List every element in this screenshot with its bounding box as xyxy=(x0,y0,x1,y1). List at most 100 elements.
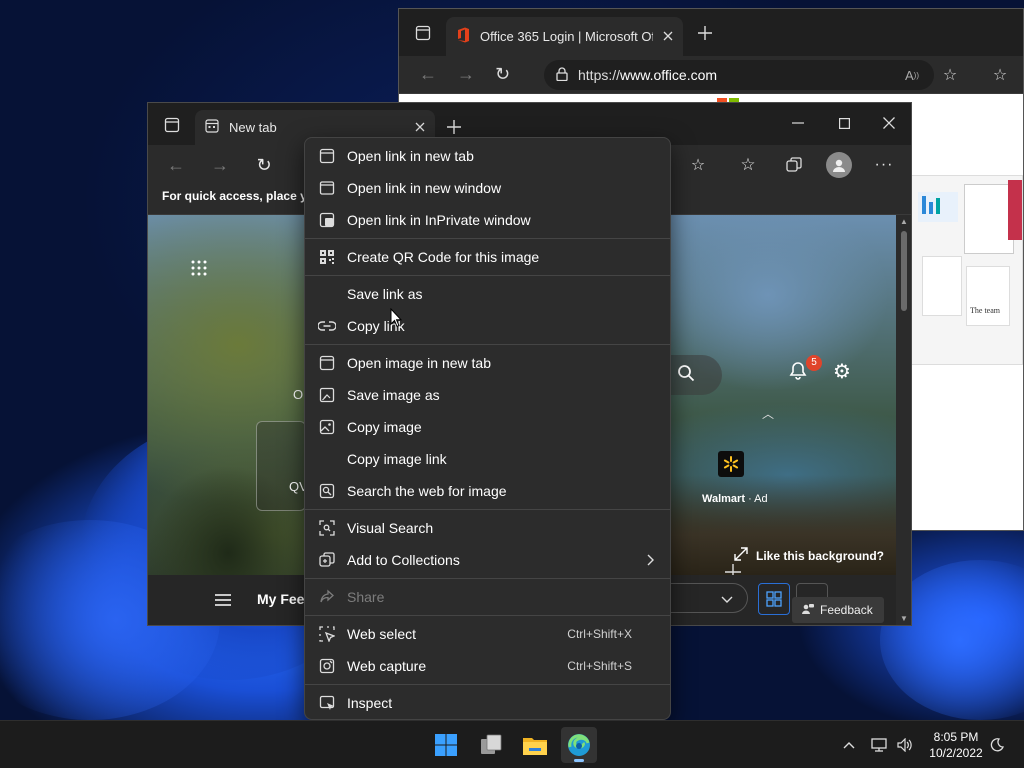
close-window-icon[interactable] xyxy=(879,113,899,133)
menu-item-inspect[interactable]: Inspect xyxy=(305,687,670,719)
thumbnail-caption: The team xyxy=(970,306,1000,315)
image-icon xyxy=(318,418,336,436)
volume-icon[interactable] xyxy=(892,727,918,763)
link-icon xyxy=(318,317,336,335)
network-icon[interactable] xyxy=(866,727,892,763)
minimize-icon[interactable] xyxy=(788,113,808,133)
menu-item-copy-image[interactable]: Copy image xyxy=(305,411,670,443)
refresh-icon[interactable]: ↻ xyxy=(495,64,510,85)
add-favorite-icon[interactable]: ☆ xyxy=(939,65,961,85)
menu-item-label: Add to Collections xyxy=(347,552,460,568)
like-background-link[interactable]: Like this background? xyxy=(734,547,884,564)
partial-tile[interactable] xyxy=(256,421,306,511)
menu-separator xyxy=(305,509,670,510)
close-tab-icon[interactable] xyxy=(415,120,425,135)
scrollbar-thumb[interactable] xyxy=(901,231,907,311)
settings-gear-icon[interactable]: ⚙ xyxy=(830,359,854,383)
menu-item-open-link-in-new-window[interactable]: Open link in new window xyxy=(305,172,670,204)
maximize-icon[interactable] xyxy=(834,113,854,133)
menu-item-search-the-web-for-image[interactable]: Search the web for image xyxy=(305,475,670,507)
walmart-logo-icon xyxy=(718,451,744,477)
file-explorer-icon[interactable] xyxy=(517,727,553,763)
back-arrow-icon[interactable]: ← xyxy=(419,64,437,85)
menu-item-save-image-as[interactable]: Save image as xyxy=(305,379,670,411)
qr-code-icon xyxy=(318,248,336,266)
menu-item-shortcut: Ctrl+Shift+S xyxy=(567,659,632,673)
system-clock[interactable]: 8:05 PM 10/2/2022 xyxy=(920,729,992,761)
refresh-icon[interactable]: ↻ xyxy=(252,153,276,177)
read-aloud-icon[interactable]: A)) xyxy=(901,65,923,85)
menu-item-web-capture[interactable]: Web capture Ctrl+Shift+S xyxy=(305,650,670,682)
menu-item-share: Share xyxy=(305,581,670,613)
tab-title: New tab xyxy=(229,120,277,135)
tab-title: Office 365 Login | Microsoft Offi xyxy=(480,29,653,44)
inprivate-icon xyxy=(318,211,336,229)
focus-assist-moon-icon[interactable] xyxy=(984,727,1010,763)
chevron-right-icon xyxy=(647,553,654,569)
add-favorite-icon[interactable]: ☆ xyxy=(686,153,710,177)
forward-arrow-icon[interactable]: → xyxy=(208,153,232,177)
show-hidden-icons-chevron-icon[interactable] xyxy=(834,727,864,763)
office-logo-icon xyxy=(456,27,470,46)
menu-item-label: Web capture xyxy=(347,658,427,674)
address-bar[interactable]: https://www.office.com xyxy=(544,60,934,90)
new-tab-icon xyxy=(318,147,336,165)
walmart-label: Walmart · Ad xyxy=(702,493,768,505)
grid-layout-icon[interactable] xyxy=(758,583,790,615)
my-feed-label[interactable]: My Fee xyxy=(257,591,304,607)
context-menu: Open link in new tab Open link in new win… xyxy=(304,137,671,720)
search-image-icon xyxy=(318,482,336,500)
menu-separator xyxy=(305,684,670,685)
edge-browser-icon[interactable] xyxy=(561,727,597,763)
tab-actions-icon[interactable] xyxy=(413,23,433,43)
menu-item-copy-link[interactable]: Copy link xyxy=(305,310,670,342)
menu-item-label: Search the web for image xyxy=(347,483,507,499)
menu-item-copy-image-link[interactable]: Copy image link xyxy=(305,443,670,475)
forward-arrow-icon[interactable]: → xyxy=(457,64,475,85)
web-capture-icon xyxy=(318,657,336,675)
search-icon[interactable] xyxy=(674,361,698,385)
menu-item-label: Open image in new tab xyxy=(347,355,491,371)
url-text: https://www.office.com xyxy=(578,67,718,83)
task-view-icon[interactable] xyxy=(473,727,509,763)
walmart-tile[interactable]: Walmart · Ad xyxy=(698,445,768,515)
hamburger-menu-icon[interactable] xyxy=(212,589,234,611)
new-window-icon xyxy=(318,179,336,197)
more-options-icon[interactable]: ··· xyxy=(872,153,896,177)
menu-item-open-link-in-new-tab[interactable]: Open link in new tab xyxy=(305,140,670,172)
menu-item-label: Create QR Code for this image xyxy=(347,249,540,265)
tab-actions-icon[interactable] xyxy=(162,115,182,135)
collections-icon[interactable] xyxy=(782,153,806,177)
menu-item-open-image-in-new-tab[interactable]: Open image in new tab xyxy=(305,347,670,379)
menu-separator xyxy=(305,275,670,276)
close-tab-icon[interactable] xyxy=(663,29,673,44)
menu-item-label: Inspect xyxy=(347,695,393,711)
menu-item-create-qr-code-for-this-image[interactable]: Create QR Code for this image xyxy=(305,241,670,273)
menu-item-label: Copy image xyxy=(347,419,422,435)
new-tab-plus-icon[interactable] xyxy=(444,117,464,137)
apps-launcher-icon[interactable] xyxy=(188,257,210,279)
office-preview-thumbnail: The team xyxy=(911,175,1023,365)
menu-separator xyxy=(305,238,670,239)
tab-office-login[interactable]: Office 365 Login | Microsoft Offi xyxy=(446,17,683,56)
menu-item-add-to-collections[interactable]: Add to Collections xyxy=(305,544,670,576)
new-tab-page-icon xyxy=(205,119,219,136)
start-windows-icon[interactable] xyxy=(428,727,464,763)
lock-icon xyxy=(556,66,568,84)
feedback-button[interactable]: Feedback xyxy=(792,597,884,623)
collapse-chevron-up-icon[interactable]: ︿ xyxy=(758,405,778,421)
profile-avatar-icon[interactable] xyxy=(826,152,852,178)
menu-item-open-link-in-inprivate-window[interactable]: Open link in InPrivate window xyxy=(305,204,670,236)
menu-item-visual-search[interactable]: Visual Search xyxy=(305,512,670,544)
new-tab-plus-icon[interactable] xyxy=(695,23,715,43)
back-tab-bar: Office 365 Login | Microsoft Offi xyxy=(399,9,1023,56)
inspect-icon xyxy=(318,694,336,712)
notification-badge: 5 xyxy=(806,355,822,371)
feed-dropdown[interactable] xyxy=(668,583,748,613)
favorites-icon[interactable]: ☆ xyxy=(736,153,760,177)
page-scrollbar[interactable]: ▲ ▼ xyxy=(897,215,911,625)
menu-item-save-link-as[interactable]: Save link as xyxy=(305,278,670,310)
menu-item-web-select[interactable]: Web select Ctrl+Shift+X xyxy=(305,618,670,650)
back-arrow-icon[interactable]: ← xyxy=(164,153,188,177)
favorites-icon[interactable]: ☆ xyxy=(989,65,1011,85)
